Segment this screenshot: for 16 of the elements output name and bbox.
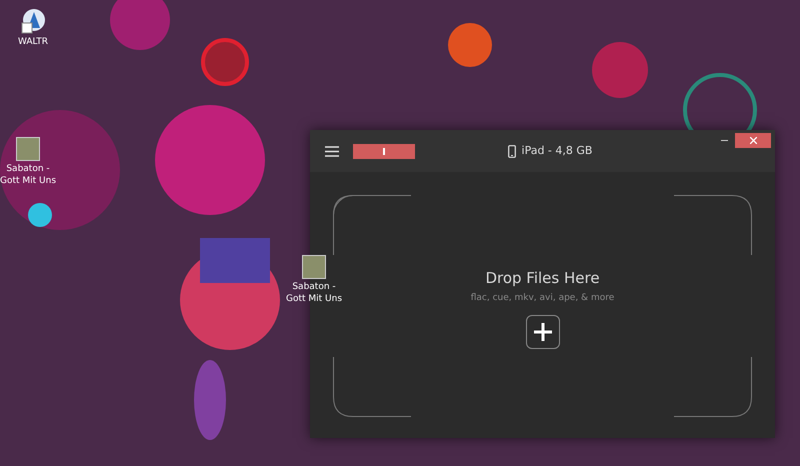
close-icon [750,137,756,144]
device-name: iPad - 4,8 GB [522,142,592,159]
close-button[interactable] [735,133,771,148]
drop-title: Drop Files Here [485,268,600,289]
drop-subtitle: flac, cue, mkv, avi, ape, & more [470,292,614,304]
tablet-icon [508,144,516,158]
desktop-icon-label[interactable]: Sabaton - Gott Mit Uns [0,163,59,187]
add-button[interactable] [526,315,560,349]
cursor-icon [383,148,385,154]
app-icon[interactable] [20,8,46,34]
menu-icon[interactable] [325,146,339,156]
plus-icon [534,323,552,341]
image-file-thumbnail[interactable] [302,255,326,279]
desktop-icon-label[interactable]: Sabaton - Gott Mit Uns [283,281,345,305]
desktop-icon-label[interactable]: WALTR [18,36,48,48]
image-file-thumbnail[interactable] [16,137,40,161]
